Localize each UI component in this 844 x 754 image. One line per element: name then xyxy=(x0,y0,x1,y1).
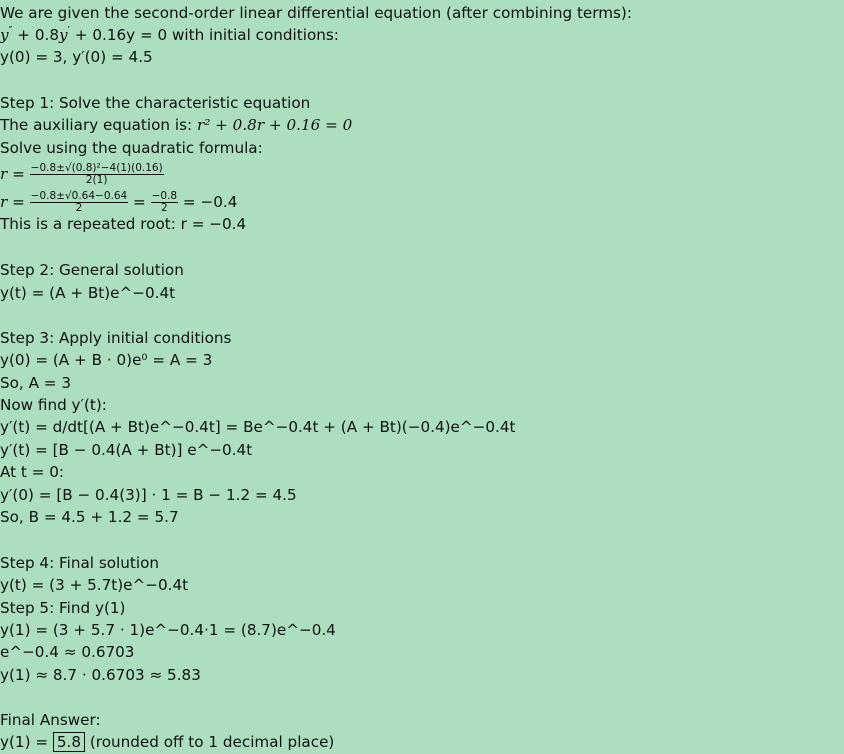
quadratic-denominator: 2(1) xyxy=(85,174,108,186)
final-answer-suffix: (rounded off to 1 decimal place) xyxy=(85,733,335,751)
quadratic-simplified: r = −0.8±√0.64−0.64 2 = −0.8 2 = −0.4 xyxy=(0,190,238,214)
initial-conditions: y(0) = 3, y′(0) = 4.5 xyxy=(0,48,153,66)
auxiliary-equation-line: The auxiliary equation is: r² + 0.8r + 0… xyxy=(0,114,352,137)
solution-document: We are given the second-order linear dif… xyxy=(0,0,844,754)
final-answer-line: y(1) = 5.8 (rounded off to 1 decimal pla… xyxy=(0,731,334,754)
simplified-result: = −0.4 xyxy=(178,193,238,211)
step4-heading: Step 4: Final solution xyxy=(0,554,159,572)
step2-heading: Step 2: General solution xyxy=(0,261,184,279)
final-answer-box: 5.8 xyxy=(52,732,86,752)
step1-heading: Step 1: Solve the characteristic equatio… xyxy=(0,94,311,112)
ode-equation: y″ + 0.8y′ + 0.16y = 0 with initial cond… xyxy=(0,25,339,44)
aux-label: The auxiliary equation is: xyxy=(0,116,197,134)
derivative-line-2: y′(t) = [B − 0.4(A + Bt)] e^−0.4t xyxy=(0,441,253,459)
simplified-fraction: −0.8±√0.64−0.64 2 xyxy=(29,191,129,214)
y0-evaluation: y(0) = (A + B · 0)e⁰ = A = 3 xyxy=(0,351,213,369)
intro-line: We are given the second-order linear dif… xyxy=(0,4,632,22)
general-solution: y(t) = (A + Bt)e^−0.4t xyxy=(0,284,176,302)
final-answer-label: Final Answer: xyxy=(0,711,101,729)
quadratic-fraction: −0.8±√(0.8)²−4(1)(0.16) 2(1) xyxy=(29,163,164,186)
derivative-line-1: y′(t) = d/dt[(A + Bt)e^−0.4t] = Be^−0.4t… xyxy=(0,418,516,436)
aux-equation: r² + 0.8r + 0.16 = 0 xyxy=(196,116,353,134)
exponential-value: e^−0.4 ≈ 0.6703 xyxy=(0,643,135,661)
y1-evaluation: y(1) = (3 + 5.7 · 1)e^−0.4·1 = (8.7)e^−0… xyxy=(0,621,336,639)
ode-equation-tail: + 0.16y = 0 with initial conditions: xyxy=(69,26,339,44)
final-solution: y(t) = (3 + 5.7t)e^−0.4t xyxy=(0,576,189,594)
so-b-line: So, B = 4.5 + 1.2 = 5.7 xyxy=(0,508,179,526)
step5-heading: Step 5: Find y(1) xyxy=(0,599,126,617)
at-t0-line: At t = 0: xyxy=(0,463,65,481)
y1-approximation: y(1) ≈ 8.7 · 0.6703 ≈ 5.83 xyxy=(0,666,201,684)
repeated-root-line: This is a repeated root: r = −0.4 xyxy=(0,215,247,233)
step3-heading: Step 3: Apply initial conditions xyxy=(0,329,232,347)
now-find-line: Now find y′(t): xyxy=(0,396,107,414)
so-a-line: So, A = 3 xyxy=(0,374,72,392)
simplified-fraction-2: −0.8 2 xyxy=(150,191,179,214)
final-answer-prefix: y(1) = xyxy=(0,733,53,751)
yprime0-evaluation: y′(0) = [B − 0.4(3)] · 1 = B − 1.2 = 4.5 xyxy=(0,486,297,504)
quadratic-formula: r = −0.8±√(0.8)²−4(1)(0.16) 2(1) xyxy=(0,162,164,186)
